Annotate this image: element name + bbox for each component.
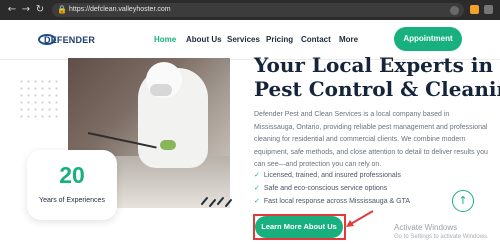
- logo[interactable]: DEFENDER: [38, 33, 96, 47]
- experience-label: Years of Experiences: [39, 197, 105, 204]
- photo-worker-glove: [160, 140, 176, 150]
- nav-about-us[interactable]: About Us: [186, 34, 222, 46]
- feature-item: ✓ Licensed, trained, and insured professi…: [254, 170, 401, 181]
- hero-title-line1: Your Local Experts in: [254, 53, 494, 77]
- nav-more[interactable]: More: [339, 34, 358, 46]
- feature-text: Safe and eco-conscious service options: [263, 185, 388, 192]
- activate-windows-subtitle: Go to Settings to activate Windows.: [394, 234, 489, 240]
- nav-contact[interactable]: Contact: [301, 34, 331, 46]
- back-arrow-icon[interactable]: ←: [6, 4, 18, 16]
- forward-arrow-icon[interactable]: →: [20, 4, 32, 16]
- experience-card: 20 Years of Experiences: [27, 150, 117, 220]
- dot-pattern: [18, 78, 58, 118]
- activate-windows-title: Activate Windows: [394, 223, 458, 232]
- check-icon: ✓: [254, 184, 260, 192]
- lock-icon: 🔒: [57, 5, 67, 14]
- experience-number: 20: [59, 162, 85, 188]
- url-text: https://defclean.valleyhoster.com: [69, 6, 171, 13]
- star-icon[interactable]: [450, 6, 459, 15]
- decorative-squiggle: [201, 197, 232, 207]
- feature-text: Fast local response across Mississauga &…: [263, 198, 411, 205]
- annotation-arrow-icon: [346, 210, 374, 227]
- logo-text: DEFENDER: [44, 35, 96, 45]
- extension-icon[interactable]: [470, 5, 479, 14]
- reload-icon[interactable]: ↻: [34, 4, 46, 16]
- scroll-to-top-button[interactable]: ↑: [452, 190, 474, 212]
- browser-toolbar: ← → ↻ 🔒 https://defclean.valleyhoster.co…: [0, 0, 500, 20]
- annotation-highlight-box: [253, 214, 346, 240]
- nav-services[interactable]: Services: [227, 34, 260, 46]
- feature-item: ✓ Fast local response across Mississauga …: [254, 196, 410, 207]
- nav-pricing[interactable]: Pricing: [266, 34, 293, 46]
- nav-home[interactable]: Home: [154, 34, 176, 46]
- feature-item: ✓ Safe and eco-conscious service options: [254, 183, 387, 194]
- hero-title-line2: Pest Control & Cleaning: [254, 77, 500, 101]
- feature-text: Licensed, trained, and insured professio…: [263, 172, 401, 179]
- hero-description: Defender Pest and Clean Services is a lo…: [254, 111, 488, 169]
- address-bar[interactable]: 🔒 https://defclean.valleyhoster.com: [52, 3, 464, 17]
- appointment-button[interactable]: Appointment: [394, 27, 462, 51]
- profile-icon[interactable]: [484, 5, 493, 14]
- photo-worker-mask: [150, 84, 172, 96]
- check-icon: ✓: [254, 171, 260, 179]
- check-icon: ✓: [254, 197, 260, 205]
